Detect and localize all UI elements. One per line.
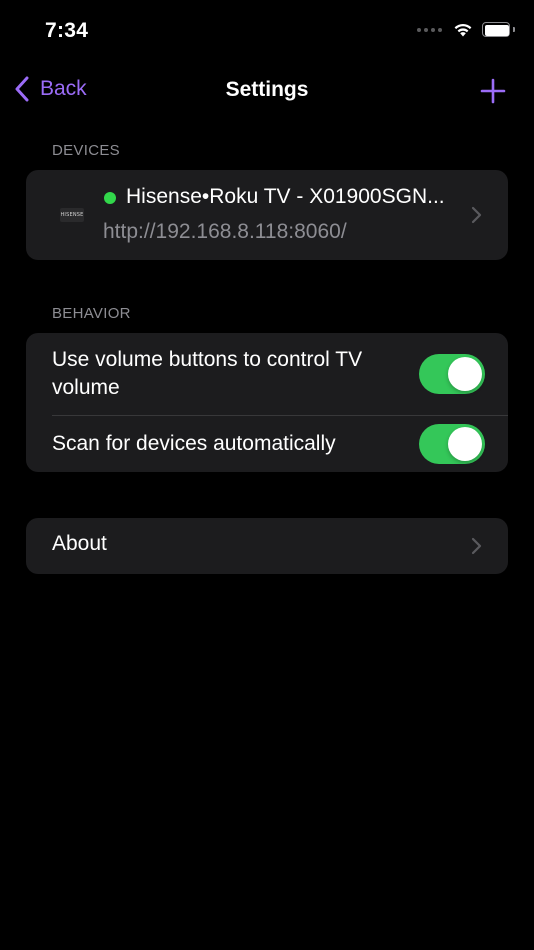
devices-section-header: DEVICES	[52, 142, 120, 159]
status-time: 7:34	[45, 19, 89, 42]
about-row[interactable]: About	[26, 518, 508, 574]
device-row[interactable]: HISENSE Hisense•Roku TV - X01900SGN... h…	[26, 170, 508, 260]
volume-buttons-label: Use volume buttons to control TV volume	[52, 348, 363, 399]
chevron-right-icon	[471, 537, 482, 555]
behavior-section-header: BEHAVIOR	[52, 305, 131, 322]
device-status-dot	[104, 192, 116, 204]
behavior-group: Use volume buttons to control TV volume …	[26, 333, 508, 472]
wifi-icon	[454, 23, 472, 37]
status-bar: 7:34	[0, 0, 534, 62]
status-icons	[417, 22, 515, 37]
scan-devices-label: Scan for devices automatically	[52, 432, 336, 455]
devices-group: HISENSE Hisense•Roku TV - X01900SGN... h…	[26, 170, 508, 260]
navigation-bar: Back Settings	[0, 62, 534, 120]
scan-devices-row: Scan for devices automatically	[26, 416, 508, 472]
device-url: http://192.168.8.118:8060/	[103, 220, 347, 243]
plus-icon[interactable]	[480, 78, 506, 104]
about-group: About	[26, 518, 508, 574]
device-name: Hisense•Roku TV - X01900SGN...	[126, 185, 445, 208]
toggle-knob	[448, 357, 482, 391]
roku-device-icon: HISENSE	[60, 208, 84, 222]
cellular-signal-icon	[417, 27, 442, 32]
scan-devices-toggle[interactable]	[419, 424, 485, 464]
about-label: About	[52, 532, 107, 555]
chevron-right-icon	[471, 206, 482, 224]
volume-buttons-toggle[interactable]	[419, 354, 485, 394]
toggle-knob	[448, 427, 482, 461]
battery-icon	[482, 22, 515, 37]
page-title: Settings	[225, 78, 309, 101]
volume-buttons-row: Use volume buttons to control TV volume	[26, 333, 508, 416]
